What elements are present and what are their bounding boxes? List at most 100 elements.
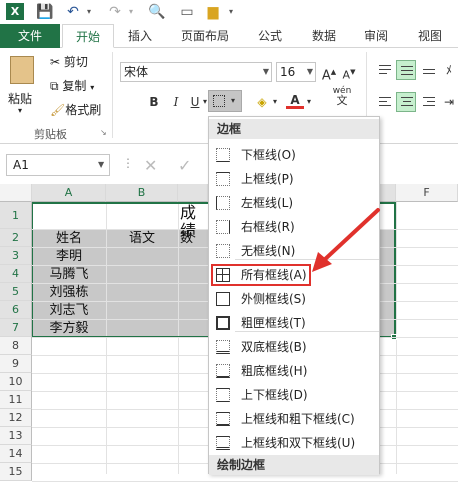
name-cell[interactable]: 李方毅 bbox=[32, 320, 106, 338]
align-right-button[interactable] bbox=[418, 92, 438, 112]
border-style-icon bbox=[216, 388, 230, 402]
menu-section-draw-borders: 绘制边框 bbox=[209, 455, 379, 475]
column-header-f[interactable]: F bbox=[396, 184, 458, 202]
save-icon[interactable]: 💾 bbox=[36, 3, 54, 21]
border-menu-item[interactable]: 上框线和粗下框线(C) bbox=[209, 407, 379, 431]
name-cell[interactable]: 马腾飞 bbox=[32, 266, 106, 284]
indent-icon[interactable]: ⇥ bbox=[440, 92, 458, 112]
tab-file[interactable]: 文件 bbox=[0, 24, 60, 48]
border-menu-item[interactable]: 外侧框线(S) bbox=[209, 287, 379, 311]
name-cell[interactable]: 刘强栋 bbox=[32, 284, 106, 302]
border-menu-item[interactable]: 下框线(O) bbox=[209, 143, 379, 167]
border-menu-item[interactable]: 上框线和双下框线(U) bbox=[209, 431, 379, 455]
shrink-font-button[interactable]: A▼ bbox=[340, 62, 358, 82]
chevron-down-icon: ▼ bbox=[306, 67, 313, 76]
title-cell[interactable]: 成绩 bbox=[180, 204, 208, 240]
column-header-b[interactable]: B bbox=[106, 184, 178, 202]
row-header[interactable]: 15 bbox=[0, 463, 32, 481]
header-math-cell[interactable]: 数 bbox=[180, 230, 208, 248]
align-center-button[interactable] bbox=[396, 92, 416, 112]
font-name-select[interactable]: 宋体 ▼ bbox=[120, 62, 272, 82]
row-header[interactable]: 1 bbox=[0, 202, 32, 229]
redo-icon[interactable]: ↷ bbox=[106, 3, 124, 21]
menu-separator bbox=[235, 259, 379, 260]
row-header[interactable]: 14 bbox=[0, 445, 32, 463]
bold-button[interactable]: B bbox=[146, 92, 162, 112]
row-header[interactable]: 3 bbox=[0, 247, 32, 265]
copy-icon: ⧉ bbox=[50, 79, 59, 93]
border-menu-item[interactable]: 双底框线(B) bbox=[209, 335, 379, 359]
cut-button[interactable]: ✂ 剪切 bbox=[50, 52, 88, 72]
row-header[interactable]: 12 bbox=[0, 409, 32, 427]
tab-home[interactable]: 开始 bbox=[62, 24, 114, 48]
align-left-button[interactable] bbox=[374, 92, 394, 112]
row-header[interactable]: 13 bbox=[0, 427, 32, 445]
grow-font-button[interactable]: A▲ bbox=[320, 62, 338, 83]
phonetic-button[interactable]: wén 文 bbox=[328, 86, 356, 106]
fill-color-dropdown-icon[interactable]: ▾ bbox=[270, 92, 280, 112]
page-icon[interactable]: ▭ bbox=[178, 3, 196, 21]
name-cell[interactable]: 李明 bbox=[32, 248, 106, 266]
header-name-cell[interactable]: 姓名 bbox=[32, 230, 106, 248]
row-header[interactable]: 10 bbox=[0, 373, 32, 391]
border-menu-item-label: 下框线(O) bbox=[241, 148, 296, 162]
font-color-dropdown-icon[interactable]: ▾ bbox=[304, 92, 314, 112]
print-preview-icon[interactable]: 🔍 bbox=[148, 3, 166, 21]
row-header[interactable]: 8 bbox=[0, 337, 32, 355]
row-header[interactable]: 5 bbox=[0, 283, 32, 301]
redo-dropdown-icon[interactable]: ▾ bbox=[126, 3, 136, 21]
font-color-button[interactable]: A bbox=[286, 90, 304, 110]
paste-button[interactable]: 粘贴 ▾ bbox=[6, 54, 42, 120]
italic-button[interactable]: I bbox=[168, 92, 184, 112]
column-header-c[interactable] bbox=[178, 184, 208, 202]
font-size-select[interactable]: 16 ▼ bbox=[276, 62, 316, 82]
align-middle-button[interactable] bbox=[396, 60, 416, 80]
undo-icon[interactable]: ↶ bbox=[64, 3, 82, 21]
name-box-dropdown-icon[interactable]: ▼ bbox=[98, 160, 104, 169]
border-menu-item[interactable]: 右框线(R) bbox=[209, 215, 379, 239]
copy-button[interactable]: ⧉ 复制 ▾ bbox=[50, 76, 94, 96]
tab-view[interactable]: 视图 bbox=[408, 24, 452, 48]
customize-icon[interactable]: ▾ bbox=[226, 3, 236, 21]
select-all-corner[interactable] bbox=[0, 184, 32, 202]
border-style-icon bbox=[216, 148, 230, 162]
row-header[interactable]: 2 bbox=[0, 229, 32, 247]
column-header-e[interactable] bbox=[380, 184, 396, 202]
enter-icon[interactable]: ✓ bbox=[178, 156, 191, 175]
border-menu-item-label: 上框线和粗下框线(C) bbox=[241, 412, 355, 426]
header-chinese-cell[interactable]: 语文 bbox=[106, 230, 178, 248]
align-bottom-button[interactable] bbox=[418, 60, 438, 80]
border-style-icon bbox=[216, 436, 230, 450]
border-menu-item[interactable]: 上下框线(D) bbox=[209, 383, 379, 407]
borders-button[interactable]: ▾ bbox=[208, 90, 242, 112]
undo-dropdown-icon[interactable]: ▾ bbox=[84, 3, 94, 21]
tab-data[interactable]: 数据 bbox=[302, 24, 346, 48]
align-top-button[interactable] bbox=[374, 60, 394, 80]
row-header[interactable]: 6 bbox=[0, 301, 32, 319]
clipboard-launcher-icon[interactable]: ↘ bbox=[100, 128, 107, 137]
fill-color-icon[interactable]: ◈ bbox=[252, 92, 272, 112]
open-folder-icon[interactable]: ▆ bbox=[204, 3, 222, 21]
border-menu-item-label: 上框线(P) bbox=[241, 172, 294, 186]
format-painter-button[interactable]: 🖌格式刷 bbox=[50, 100, 101, 120]
orientation-icon[interactable]: ﾒ bbox=[440, 60, 458, 80]
column-header-a[interactable]: A bbox=[32, 184, 106, 202]
name-box[interactable]: A1 bbox=[6, 154, 110, 176]
border-style-icon bbox=[216, 244, 230, 258]
cancel-icon[interactable]: ✕ bbox=[144, 156, 157, 175]
name-cell[interactable]: 刘志飞 bbox=[32, 302, 106, 320]
border-menu-item[interactable]: 上框线(P) bbox=[209, 167, 379, 191]
row-header[interactable]: 4 bbox=[0, 265, 32, 283]
clipboard-group-label: 剪贴板 bbox=[34, 128, 67, 141]
row-header[interactable]: 11 bbox=[0, 391, 32, 409]
border-menu-item[interactable]: 左框线(L) bbox=[209, 191, 379, 215]
border-menu-item[interactable]: 粗底框线(H) bbox=[209, 359, 379, 383]
row-header[interactable]: 7 bbox=[0, 319, 32, 337]
border-style-icon bbox=[216, 412, 230, 426]
tab-insert[interactable]: 插入 bbox=[118, 24, 162, 48]
tab-page-layout[interactable]: 页面布局 bbox=[170, 24, 240, 48]
row-header[interactable]: 9 bbox=[0, 355, 32, 373]
border-menu-item[interactable]: 所有框线(A) bbox=[209, 263, 379, 287]
tab-review[interactable]: 审阅 bbox=[354, 24, 398, 48]
tab-formulas[interactable]: 公式 bbox=[248, 24, 292, 48]
